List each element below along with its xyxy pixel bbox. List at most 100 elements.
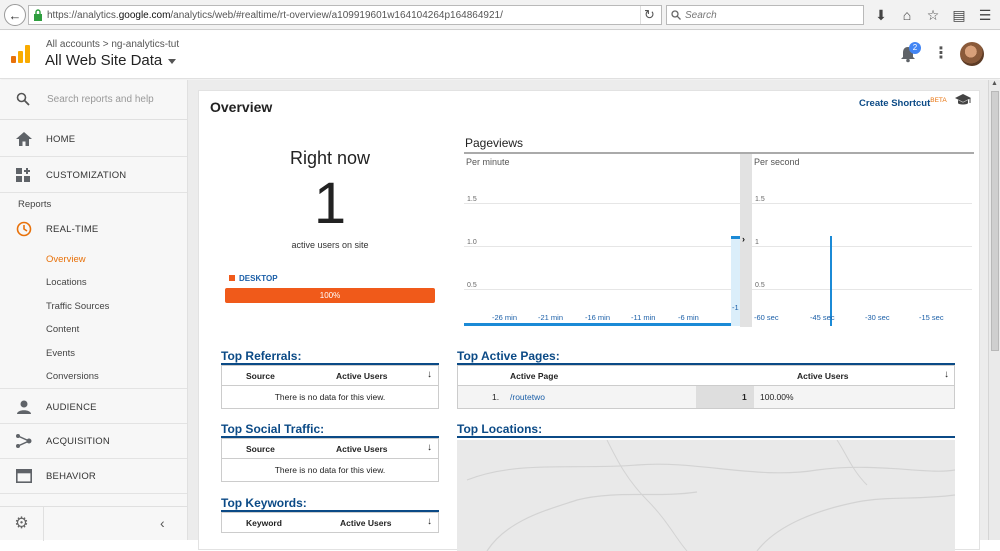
browser-search-placeholder: Search <box>685 9 717 21</box>
reading-list-icon[interactable]: ▤ <box>948 4 970 26</box>
gear-icon[interactable]: ⚙ <box>0 507 44 541</box>
caret-down-icon <box>168 58 177 64</box>
sort-arrow-icon[interactable]: ↓ <box>427 442 432 453</box>
reload-icon[interactable]: ↻ <box>640 6 658 24</box>
per-second-label: Per second <box>754 157 800 167</box>
x-tick: -15 sec <box>919 313 944 322</box>
per-minute-current-column <box>731 236 740 326</box>
collapse-chevron-icon[interactable]: ‹ <box>160 515 165 531</box>
x-tick: -26 min <box>492 313 518 322</box>
table-row: 1. /routetwo 1 100.00% <box>458 386 954 408</box>
x-tick: -11 min <box>631 313 656 322</box>
locations-map[interactable] <box>457 440 955 551</box>
device-share-bar: 100% <box>225 288 435 303</box>
col-active-users[interactable]: Active Users <box>340 518 392 528</box>
top-social-table: Source Active Users ↓ There is no data f… <box>221 438 439 482</box>
x-tick: -21 min <box>538 313 564 322</box>
sidebar-sub-overview[interactable]: Overview <box>46 254 86 265</box>
sidebar-item-home[interactable]: HOME <box>0 121 187 157</box>
col-active-page[interactable]: Active Page <box>510 371 558 381</box>
per-minute-current-bar <box>731 236 740 239</box>
home-browser-icon[interactable]: ⌂ <box>896 4 918 26</box>
sidebar-item-customization[interactable]: CUSTOMIZATION <box>0 157 187 193</box>
per-second-chart: Per second 1.5 1 0.5 -60 sec -45 sec -30… <box>752 154 974 327</box>
sidebar-item-realtime[interactable]: REAL-TIME <box>0 211 187 247</box>
sidebar-sub-traffic-sources[interactable]: Traffic Sources <box>46 301 109 312</box>
sidebar-item-label: CUSTOMIZATION <box>46 170 127 181</box>
sidebar-sub-content[interactable]: Content <box>46 324 79 335</box>
view-name: All Web Site Data <box>45 52 163 69</box>
sidebar-item-label: AUDIENCE <box>46 402 97 413</box>
address-bar[interactable]: https://analytics. google.com/analytics/w… <box>28 5 662 25</box>
empty-message: There is no data for this view. <box>274 392 386 402</box>
menu-icon[interactable]: ☰ <box>974 4 996 26</box>
col-active-users[interactable]: Active Users <box>797 371 849 381</box>
search-icon <box>16 92 30 106</box>
sidebar-item-label: ACQUISITION <box>46 436 110 447</box>
download-icon[interactable]: ⬇ <box>870 4 892 26</box>
pageviews-title: Pageviews <box>465 136 524 150</box>
sidebar-item-behavior[interactable]: BEHAVIOR <box>0 458 187 494</box>
person-icon <box>17 400 31 414</box>
sort-arrow-icon[interactable]: ↓ <box>427 369 432 380</box>
create-shortcut-link[interactable]: Create ShortcutBETA <box>859 97 947 109</box>
home-icon <box>16 132 32 146</box>
analytics-header: All accounts > ng-analytics-tut All Web … <box>0 31 1000 79</box>
col-source[interactable]: Source <box>246 444 275 454</box>
behavior-icon <box>16 469 32 483</box>
sidebar-section-reports: Reports <box>18 199 52 210</box>
right-now-label: Right now <box>289 148 371 168</box>
sort-arrow-icon[interactable]: ↓ <box>944 369 949 380</box>
y-tick: 0.5 <box>467 282 477 289</box>
col-keyword[interactable]: Keyword <box>246 518 282 528</box>
acquisition-icon <box>16 434 32 448</box>
notification-badge: 2 <box>909 42 921 54</box>
device-legend-label: DESKTOP <box>239 274 278 283</box>
breadcrumb[interactable]: All accounts > ng-analytics-tut <box>46 39 179 50</box>
sidebar-item-audience[interactable]: AUDIENCE <box>0 388 187 424</box>
row-page-link[interactable]: /routetwo <box>510 392 545 402</box>
per-minute-chart: Per minute 1.5 1.0 0.5 -26 min -21 min -… <box>464 154 743 327</box>
sidebar-sub-events[interactable]: Events <box>46 348 75 359</box>
view-selector[interactable]: All Web Site Data <box>45 52 177 69</box>
page-scrollbar[interactable]: ▲ <box>988 80 1000 540</box>
top-referrals-table: Source Active Users ↓ There is no data f… <box>221 365 439 409</box>
x-tick: -30 sec <box>865 313 890 322</box>
per-minute-baseline <box>464 323 740 326</box>
more-options-icon[interactable]: ⋮ <box>933 45 949 63</box>
empty-message: There is no data for this view. <box>274 465 386 475</box>
sort-arrow-icon[interactable]: ↓ <box>427 516 432 527</box>
bookmark-star-icon[interactable]: ☆ <box>922 4 944 26</box>
gridline <box>464 289 740 290</box>
chart-divider[interactable]: › <box>740 154 752 327</box>
y-tick: 1.0 <box>467 239 477 246</box>
y-tick: 1.5 <box>467 196 477 203</box>
top-keywords-title: Top Keywords: <box>221 496 307 510</box>
sidebar-item-acquisition[interactable]: ACQUISITION <box>0 423 187 459</box>
browser-toolbar: ← https://analytics. google.com/analytics… <box>0 0 1000 30</box>
beta-badge: BETA <box>930 97 947 104</box>
top-keywords-table: Keyword Active Users ↓ <box>221 512 439 533</box>
scroll-thumb[interactable] <box>991 91 999 351</box>
sidebar-sub-conversions[interactable]: Conversions <box>46 371 99 382</box>
chevron-right-icon: › <box>742 234 745 244</box>
legend-swatch <box>229 275 235 281</box>
x-tick: -45 sec <box>810 313 835 322</box>
clock-icon <box>16 221 32 237</box>
col-active-users[interactable]: Active Users <box>336 444 388 454</box>
x-tick: -16 min <box>585 313 611 322</box>
back-arrow-icon[interactable]: ← <box>4 4 26 26</box>
sidebar-search[interactable]: Search reports and help <box>0 80 187 120</box>
sidebar-item-label: HOME <box>46 134 76 145</box>
sidebar-sub-locations[interactable]: Locations <box>46 277 87 288</box>
col-active-users[interactable]: Active Users <box>336 371 388 381</box>
sidebar-item-label: REAL-TIME <box>46 224 99 235</box>
graduation-cap-icon[interactable] <box>955 94 971 106</box>
sidebar-search-placeholder: Search reports and help <box>47 94 154 105</box>
col-source[interactable]: Source <box>246 371 275 381</box>
sidebar-footer: ⚙ ‹ <box>0 506 187 541</box>
title-underline <box>457 436 955 438</box>
avatar[interactable] <box>960 42 984 66</box>
scroll-up-icon[interactable]: ▲ <box>991 80 998 87</box>
browser-search-input[interactable]: Search <box>666 5 864 25</box>
